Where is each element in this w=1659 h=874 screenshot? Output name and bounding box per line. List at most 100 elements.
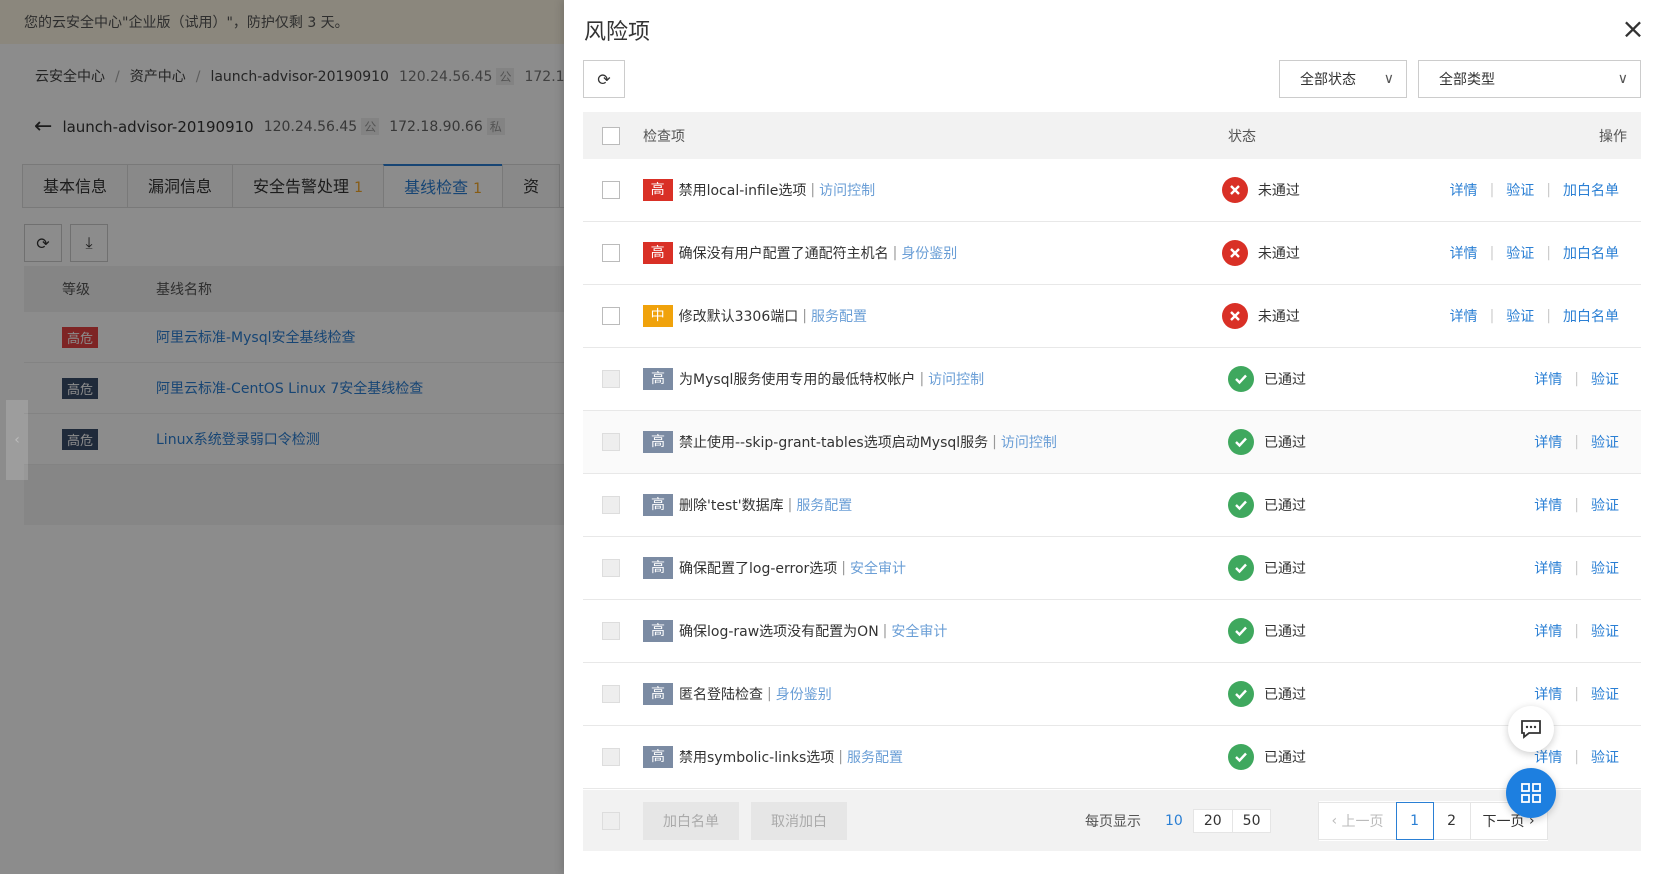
row-actions: 详情 | 验证 xyxy=(1458,369,1641,389)
details-link[interactable]: 详情 xyxy=(1534,558,1562,578)
per-page-option[interactable]: 10 xyxy=(1154,809,1194,833)
add-whitelist-link[interactable]: 加白名单 xyxy=(1563,306,1619,326)
status-cell: 未通过 xyxy=(1221,177,1450,203)
row-actions: 详情 | 验证 xyxy=(1458,621,1641,641)
table-row: 高删除'test'数据库 | 服务配置 已通过 详情 | 验证 xyxy=(583,474,1641,537)
details-link[interactable]: 详情 xyxy=(1450,180,1478,200)
verify-link[interactable]: 验证 xyxy=(1506,243,1534,263)
row-actions: 详情 | 验证 xyxy=(1458,558,1641,578)
verify-link[interactable]: 验证 xyxy=(1591,684,1619,704)
status-cell: 已通过 xyxy=(1228,744,1458,770)
row-checkbox[interactable] xyxy=(602,685,620,703)
op-separator: | xyxy=(1489,182,1495,198)
verify-link[interactable]: 验证 xyxy=(1591,369,1619,389)
status-cell: 已通过 xyxy=(1228,618,1458,644)
op-separator: | xyxy=(1546,245,1551,261)
status-text: 已通过 xyxy=(1264,687,1306,703)
status-cell: 已通过 xyxy=(1228,366,1458,392)
row-checkbox[interactable] xyxy=(602,622,620,640)
check-item: 中修改默认3306端口 | 服务配置 xyxy=(642,305,1222,327)
footer-select-checkbox[interactable] xyxy=(602,811,620,830)
level-badge: 高 xyxy=(643,494,673,516)
check-item-category: 安全审计 xyxy=(850,561,907,577)
status-cell: 已通过 xyxy=(1228,681,1458,707)
details-link[interactable]: 详情 xyxy=(1534,369,1562,389)
status-filter-select[interactable]: 全部状态 ∨ xyxy=(1279,60,1407,98)
select-all-checkbox[interactable] xyxy=(602,126,620,145)
row-checkbox[interactable] xyxy=(602,496,620,514)
table-row: 高禁用symbolic-links选项 | 服务配置 已通过 详情 | 验证 xyxy=(583,726,1641,789)
page-button[interactable]: 1 xyxy=(1395,801,1434,840)
close-icon[interactable]: × xyxy=(1619,12,1647,45)
status-text: 已通过 xyxy=(1264,372,1306,388)
type-filter-select[interactable]: 全部类型 ∨ xyxy=(1418,60,1641,98)
risk-items-drawer: 风险项 × ⟳ 全部状态 ∨ 全部类型 ∨ 检查项 状态 操作 高禁用local… xyxy=(564,0,1659,874)
status-text: 已通过 xyxy=(1264,624,1306,640)
table-row: 高为Mysql服务使用专用的最低特权帐户 | 访问控制 已通过 详情 | 验证 xyxy=(583,348,1641,411)
check-item-name: 确保log-raw选项没有配置为ON xyxy=(679,624,879,640)
row-checkbox[interactable] xyxy=(602,559,620,577)
details-link[interactable]: 详情 xyxy=(1534,432,1562,452)
table-row: 高确保配置了log-error选项 | 安全审计 已通过 详情 | 验证 xyxy=(583,537,1641,600)
verify-link[interactable]: 验证 xyxy=(1506,306,1534,326)
verify-link[interactable]: 验证 xyxy=(1591,747,1619,767)
details-link[interactable]: 详情 xyxy=(1534,495,1562,515)
chevron-down-icon: ∨ xyxy=(1617,71,1628,87)
check-item-name: 匿名登陆检查 xyxy=(679,687,763,703)
verify-link[interactable]: 验证 xyxy=(1591,558,1619,578)
refresh-icon[interactable]: ⟳ xyxy=(583,60,625,98)
check-item-category: 访问控制 xyxy=(928,372,985,388)
verify-link[interactable]: 验证 xyxy=(1591,432,1619,452)
level-badge: 高 xyxy=(642,242,673,264)
op-separator: | xyxy=(1574,434,1579,450)
row-actions: 详情 | 验证 xyxy=(1458,684,1641,704)
drawer-title: 风险项 xyxy=(584,20,651,45)
op-separator: | xyxy=(1574,497,1579,513)
row-checkbox[interactable] xyxy=(602,244,620,262)
op-separator: | xyxy=(1489,245,1495,261)
prev-page-button[interactable]: ‹ 上一页 xyxy=(1318,801,1397,840)
op-separator: | xyxy=(1546,308,1551,324)
check-item-name: 禁用symbolic-links选项 xyxy=(679,750,835,766)
row-checkbox[interactable] xyxy=(602,370,620,388)
verify-link[interactable]: 验证 xyxy=(1506,180,1534,200)
table-row: 高确保没有用户配置了通配符主机名 | 身份鉴别 未通过 详情 | 验证 | 加白名单 xyxy=(583,222,1641,285)
collapse-handle[interactable]: ‹ xyxy=(6,400,28,480)
level-badge: 高 xyxy=(643,557,673,579)
details-link[interactable]: 详情 xyxy=(1450,306,1478,326)
row-checkbox[interactable] xyxy=(602,307,620,325)
table-row: 中修改默认3306端口 | 服务配置 未通过 详情 | 验证 | 加白名单 xyxy=(583,285,1641,348)
per-page-option[interactable]: 50 xyxy=(1231,808,1272,833)
op-separator: | xyxy=(1574,560,1579,576)
row-checkbox[interactable] xyxy=(602,748,620,766)
table-body: 高禁用local-infile选项 | 访问控制 未通过 详情 | 验证 | 加白名单高确保没有… xyxy=(583,159,1641,789)
details-link[interactable]: 详情 xyxy=(1534,621,1562,641)
page-button[interactable]: 2 xyxy=(1432,801,1471,840)
row-actions: 详情 | 验证 | 加白名单 xyxy=(1450,306,1641,326)
row-actions: 详情 | 验证 | 加白名单 xyxy=(1450,180,1641,200)
app-grid-icon[interactable] xyxy=(1506,768,1556,818)
check-circle-icon xyxy=(1228,555,1254,581)
add-whitelist-link[interactable]: 加白名单 xyxy=(1563,243,1619,263)
details-link[interactable]: 详情 xyxy=(1534,684,1562,704)
check-item-category: 服务配置 xyxy=(810,309,867,325)
check-item: 高禁止使用--skip-grant-tables选项启动Mysql服务 | 访问控制 xyxy=(643,431,1228,453)
row-checkbox[interactable] xyxy=(602,181,620,199)
op-separator: | xyxy=(1574,623,1579,639)
level-badge: 中 xyxy=(642,305,673,327)
check-item: 高确保没有用户配置了通配符主机名 | 身份鉴别 xyxy=(642,242,1222,264)
verify-link[interactable]: 验证 xyxy=(1591,621,1619,641)
verify-link[interactable]: 验证 xyxy=(1591,495,1619,515)
column-header-item: 检查项 xyxy=(643,128,685,145)
check-item-name: 为Mysql服务使用专用的最低特权帐户 xyxy=(679,372,916,388)
add-whitelist-button[interactable]: 加白名单 xyxy=(643,801,739,840)
remove-whitelist-button[interactable]: 取消加白 xyxy=(751,801,847,840)
chat-icon[interactable] xyxy=(1508,706,1554,752)
row-checkbox[interactable] xyxy=(602,433,620,451)
per-page-option[interactable]: 20 xyxy=(1192,808,1233,833)
op-separator: | xyxy=(1574,686,1579,702)
add-whitelist-link[interactable]: 加白名单 xyxy=(1563,180,1619,200)
details-link[interactable]: 详情 xyxy=(1450,243,1478,263)
chevron-down-icon: ∨ xyxy=(1383,71,1394,87)
table-row: 高确保log-raw选项没有配置为ON | 安全审计 已通过 详情 | 验证 xyxy=(583,600,1641,663)
